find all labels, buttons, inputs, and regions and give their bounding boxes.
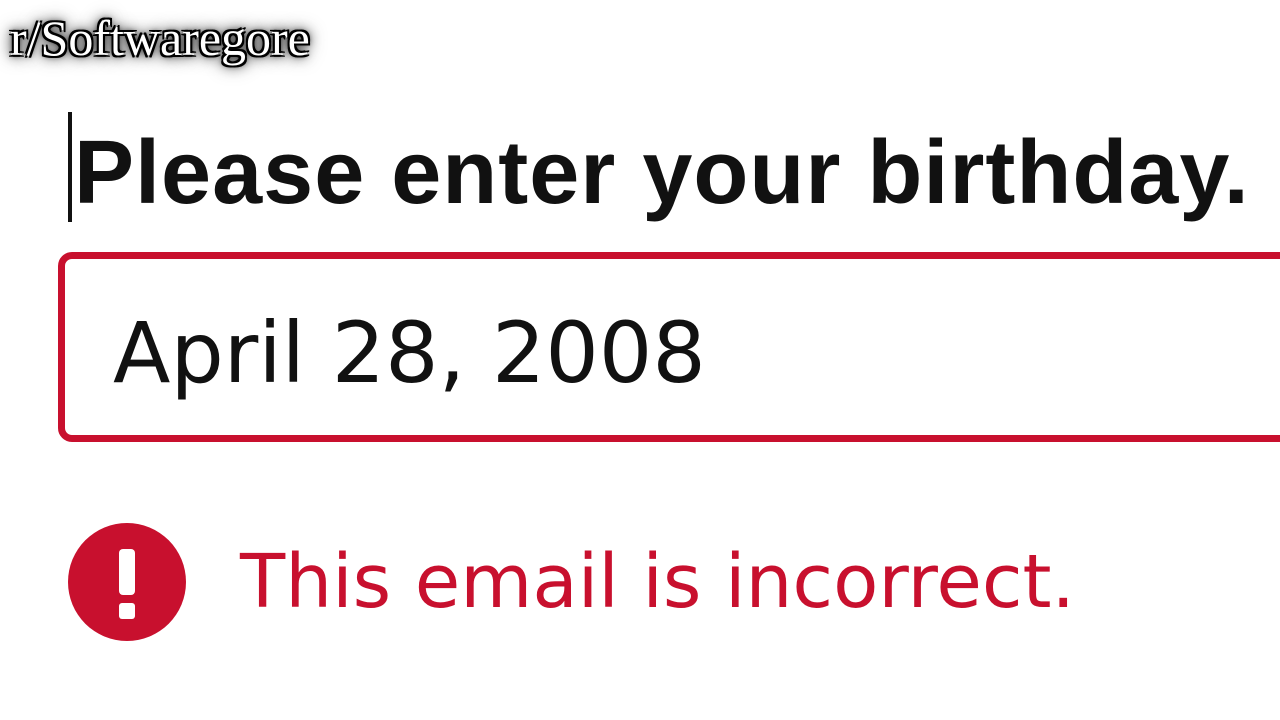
- text-cursor: [68, 112, 72, 222]
- exclamation-circle-icon: [68, 523, 186, 641]
- birthday-input[interactable]: April 28, 2008: [58, 252, 1280, 442]
- subreddit-watermark: r/Softwaregore: [10, 10, 310, 66]
- birthday-prompt-heading: Please enter your birthday.: [74, 123, 1250, 223]
- exclamation-bar: [119, 549, 135, 595]
- error-message-row: This email is incorrect.: [68, 522, 1075, 642]
- error-message-text: This email is incorrect.: [240, 539, 1076, 625]
- page: r/Softwaregore Please enter your birthda…: [0, 0, 1280, 720]
- birthday-input-value[interactable]: April 28, 2008: [113, 301, 706, 405]
- exclamation-dot: [119, 603, 135, 619]
